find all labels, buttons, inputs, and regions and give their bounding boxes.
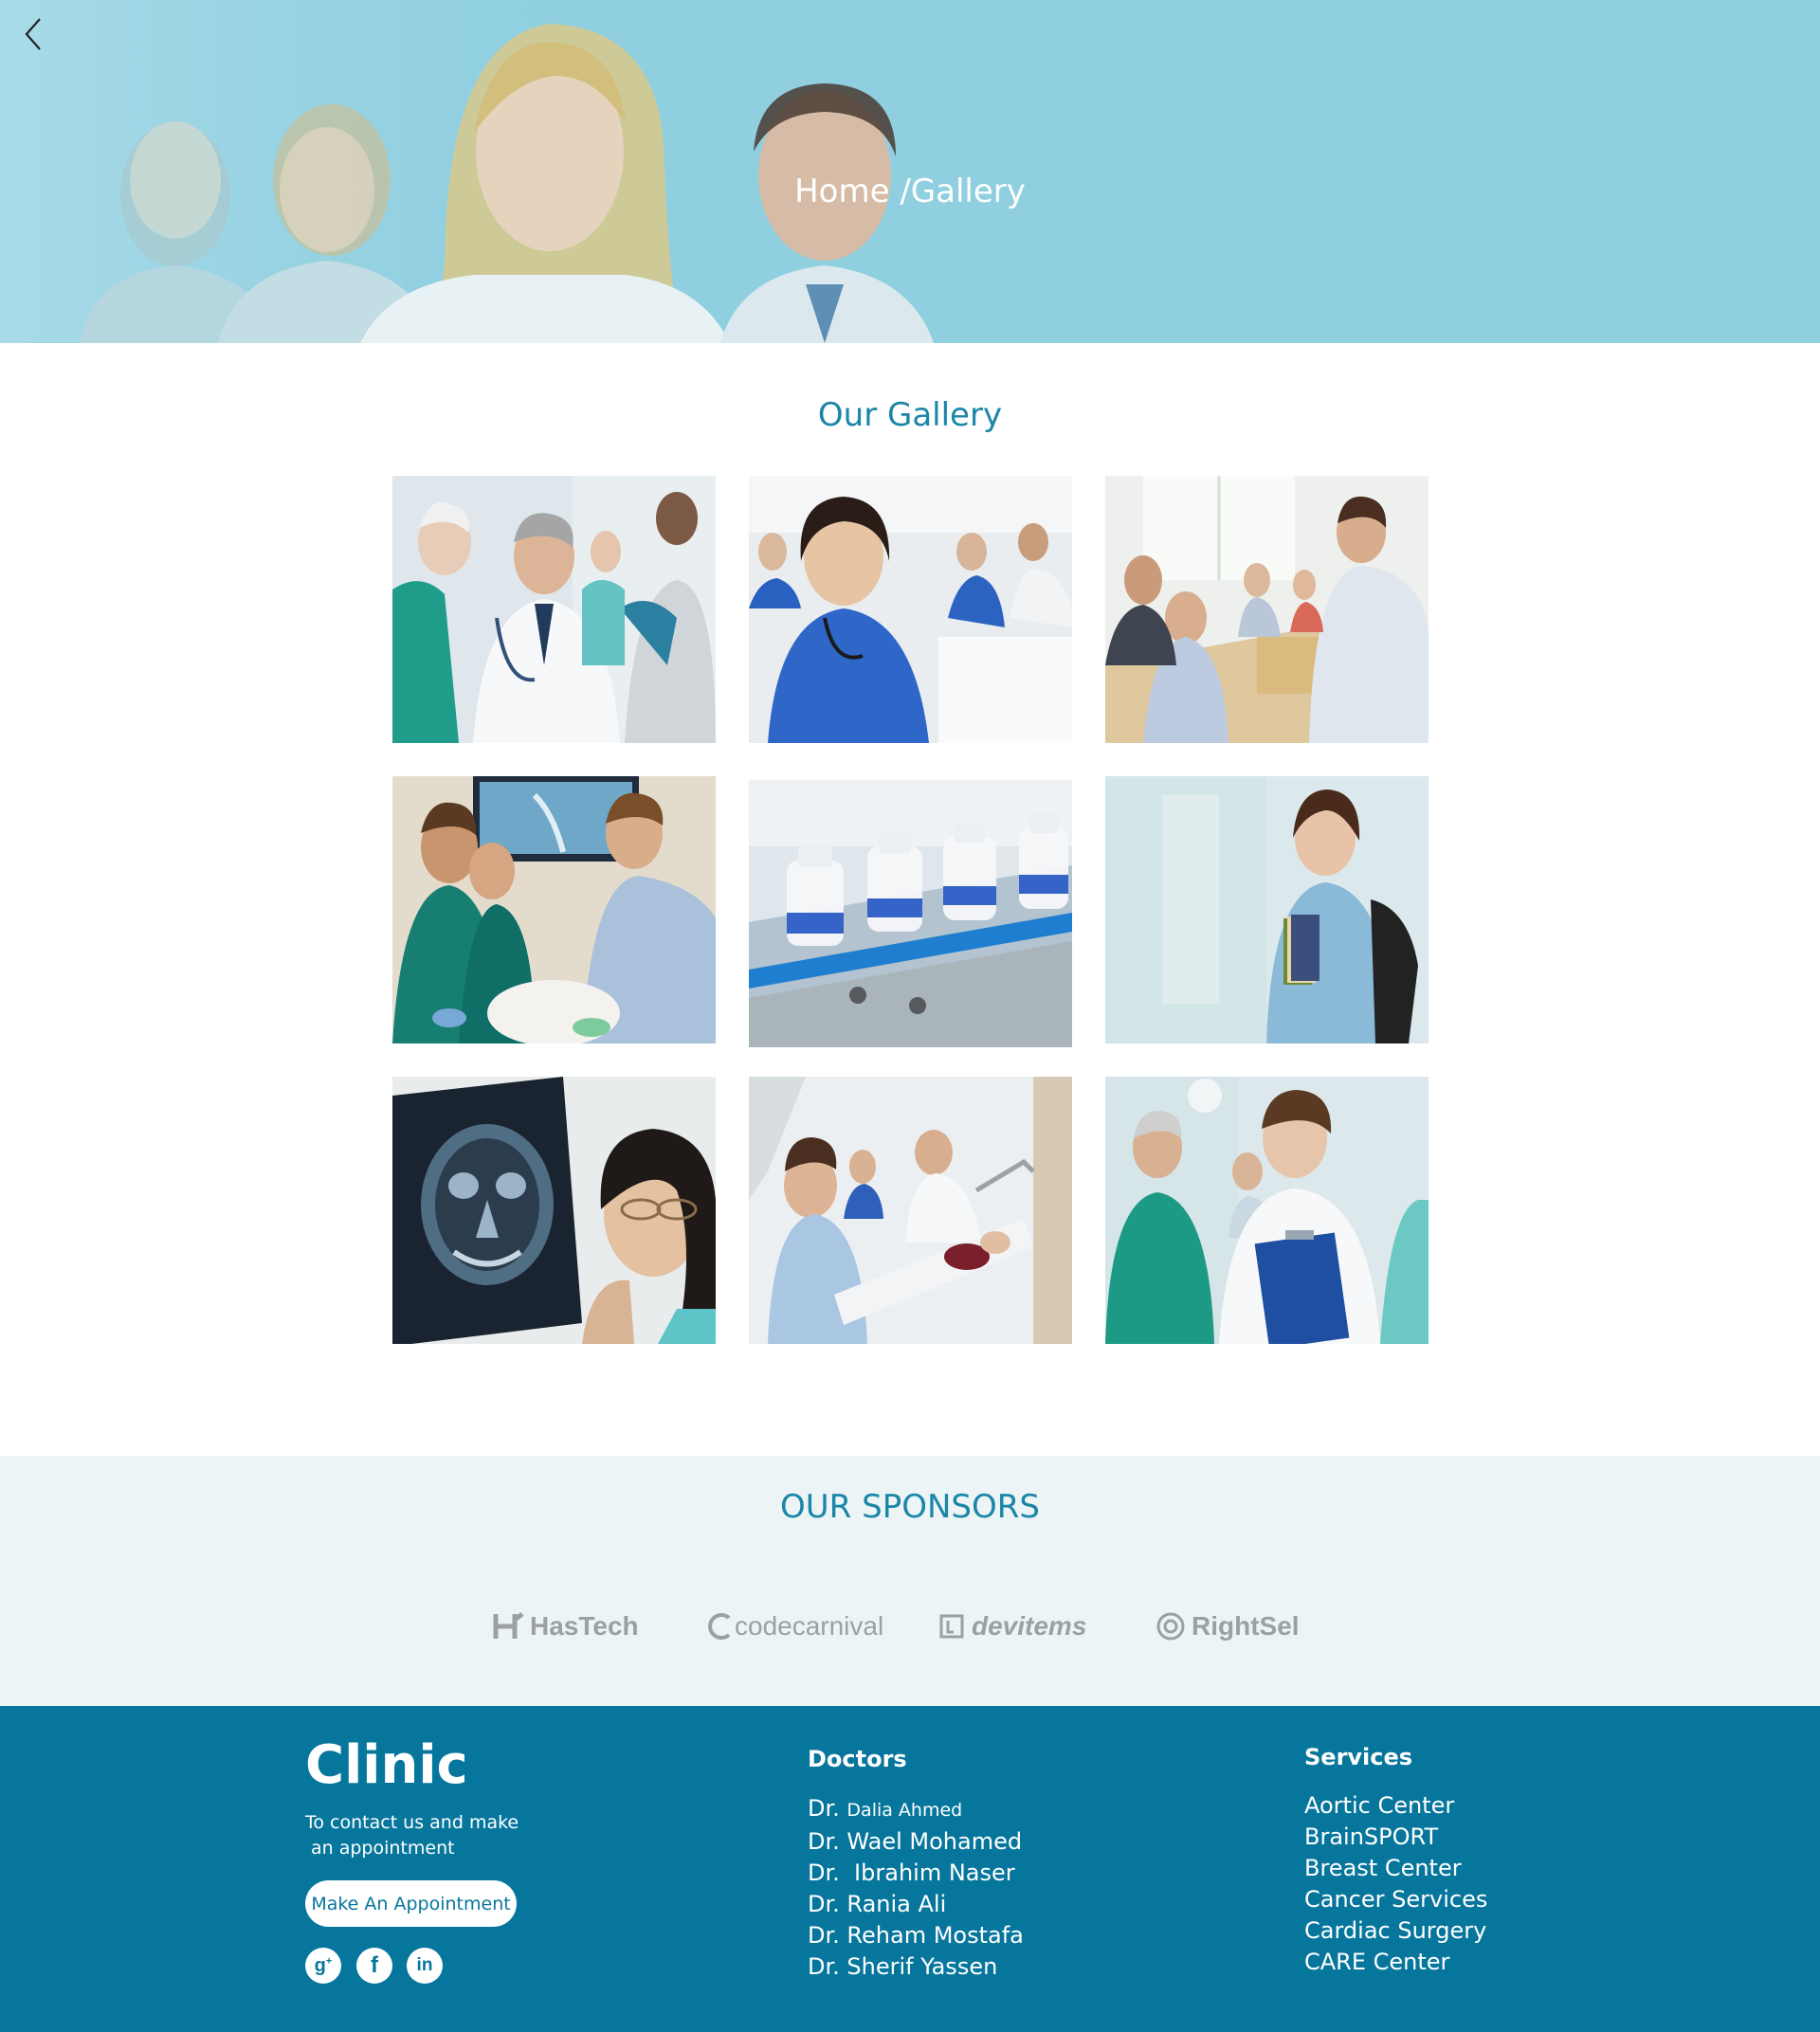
hastech-logo-icon [492,1610,524,1642]
sponsor-name: codecarnival [735,1611,884,1641]
gallery-image-vials[interactable] [749,780,1072,1047]
hero-doctors-illustration [0,0,1820,343]
chevron-left-icon [25,18,41,50]
doctor-link[interactable]: Dr. Reham Mostafa [808,1920,1024,1951]
doctor-link[interactable]: Dr. Ibrahim Naser [808,1858,1024,1889]
sponsors-section: OUR SPONSORS HasTech codecarnival devite… [0,1456,1820,1706]
doctor-link[interactable]: Dr. Dalia Ahmed [808,1793,1024,1826]
gallery-image-handshake[interactable] [392,476,716,743]
gallery-image-stretcher[interactable] [749,1077,1072,1344]
sponsor-name: RightSel [1192,1611,1300,1641]
footer-brand: Clinic [305,1734,468,1796]
service-link[interactable]: Aortic Center [1304,1790,1487,1822]
doctors-list: Dr. Dalia Ahmed Dr. Wael Mohamed Dr. Ibr… [808,1793,1024,1983]
sponsor-logo-rightsel[interactable]: RightSel [1156,1606,1300,1647]
google-plus-icon: g+ [314,1954,333,1976]
doctor-link[interactable]: Dr. Rania Ali [808,1889,1024,1920]
linkedin-icon: in [416,1955,433,1975]
gallery-image-xray[interactable] [392,1077,716,1344]
doctor-link[interactable]: Dr. Sherif Yassen [808,1951,1024,1983]
google-plus-link[interactable]: g+ [305,1948,341,1984]
breadcrumb: Home /Gallery [794,172,1026,210]
services-list: Aortic Center BrainSPORT Breast Center C… [1304,1790,1487,1978]
sponsors-title: OUR SPONSORS [780,1488,1040,1526]
gallery-image-surgeons-training[interactable] [392,776,716,1043]
gallery-title: Our Gallery [817,396,1003,434]
service-link[interactable]: Cancer Services [1304,1884,1487,1915]
gallery-image-clipboard-doctor[interactable] [1105,1077,1429,1344]
gallery-image-student-nurse[interactable] [1105,776,1429,1043]
page-hero-banner: Home /Gallery [0,0,1820,343]
rightsel-logo-icon [1156,1611,1186,1642]
gallery-image-conference[interactable] [1105,476,1429,743]
devitems-logo-icon [939,1612,966,1641]
linkedin-link[interactable]: in [407,1948,443,1984]
sponsor-logo-hastech[interactable]: HasTech [492,1606,639,1647]
codecarnival-logo-icon [704,1610,735,1642]
make-appointment-button[interactable]: Make An Appointment [305,1880,517,1927]
contact-text-line-1: To contact us and make [305,1812,519,1833]
sponsor-name: HasTech [530,1611,639,1641]
sponsor-name: devitems [972,1611,1087,1641]
contact-text-line-2: an appointment [311,1838,455,1859]
service-link[interactable]: Cardiac Surgery [1304,1915,1487,1947]
service-link[interactable]: CARE Center [1304,1947,1487,1978]
back-button[interactable] [17,13,49,55]
sponsor-logo-devitems[interactable]: devitems [939,1606,1086,1647]
service-link[interactable]: BrainSPORT [1304,1822,1487,1853]
doctor-link[interactable]: Dr. Wael Mohamed [808,1826,1024,1858]
sponsor-logo-codecarnival[interactable]: codecarnival [704,1606,883,1647]
doctors-heading: Doctors [808,1746,907,1772]
gallery-image-nurse-meeting[interactable] [749,476,1072,743]
site-footer: Clinic To contact us and make an appoint… [0,1706,1820,2032]
facebook-icon: f [371,1952,378,1978]
services-heading: Services [1304,1744,1413,1770]
service-link[interactable]: Breast Center [1304,1853,1487,1884]
facebook-link[interactable]: f [356,1948,392,1984]
